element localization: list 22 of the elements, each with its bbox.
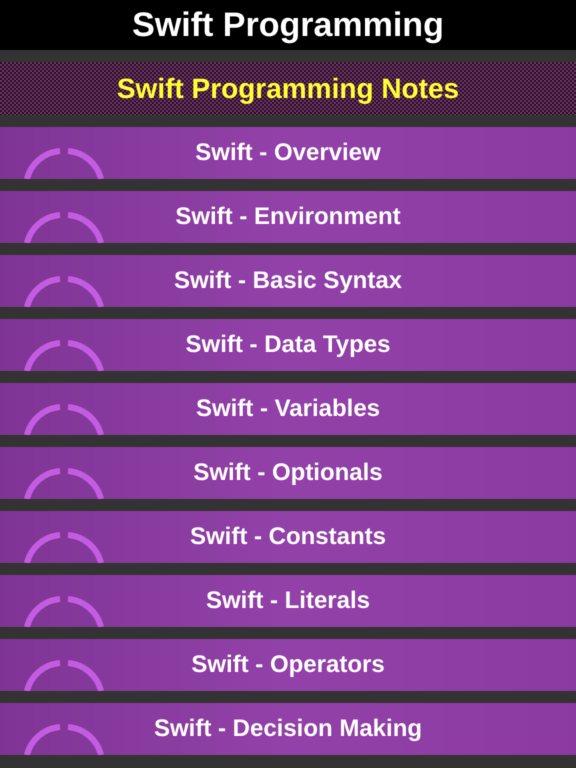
- section-title: Swift Programming Notes: [116, 74, 460, 102]
- menu-item[interactable]: Swift - Overview: [0, 127, 576, 179]
- menu-item[interactable]: Swift - Variables: [0, 383, 576, 435]
- menu-item[interactable]: Swift - Literals: [0, 575, 576, 627]
- arc-icon: [22, 531, 106, 563]
- app-title: Swift Programming: [132, 8, 444, 42]
- arc-icon: [22, 339, 106, 371]
- menu-item[interactable]: Swift - Data Types: [0, 319, 576, 371]
- arc-icon: [22, 659, 106, 691]
- arc-icon: [22, 403, 106, 435]
- arc-icon: [22, 147, 106, 179]
- arc-icon: [22, 211, 106, 243]
- menu-item[interactable]: Swift - Decision Making: [0, 703, 576, 755]
- menu-item[interactable]: Swift - Optionals: [0, 447, 576, 499]
- menu-item[interactable]: Swift - Environment: [0, 191, 576, 243]
- arc-icon: [22, 275, 106, 307]
- menu-item[interactable]: Swift - Constants: [0, 511, 576, 563]
- arc-icon: [22, 723, 106, 755]
- menu-item[interactable]: Swift - Basic Syntax: [0, 255, 576, 307]
- arc-icon: [22, 595, 106, 627]
- arc-icon: [22, 467, 106, 499]
- menu-item[interactable]: Swift - Operators: [0, 639, 576, 691]
